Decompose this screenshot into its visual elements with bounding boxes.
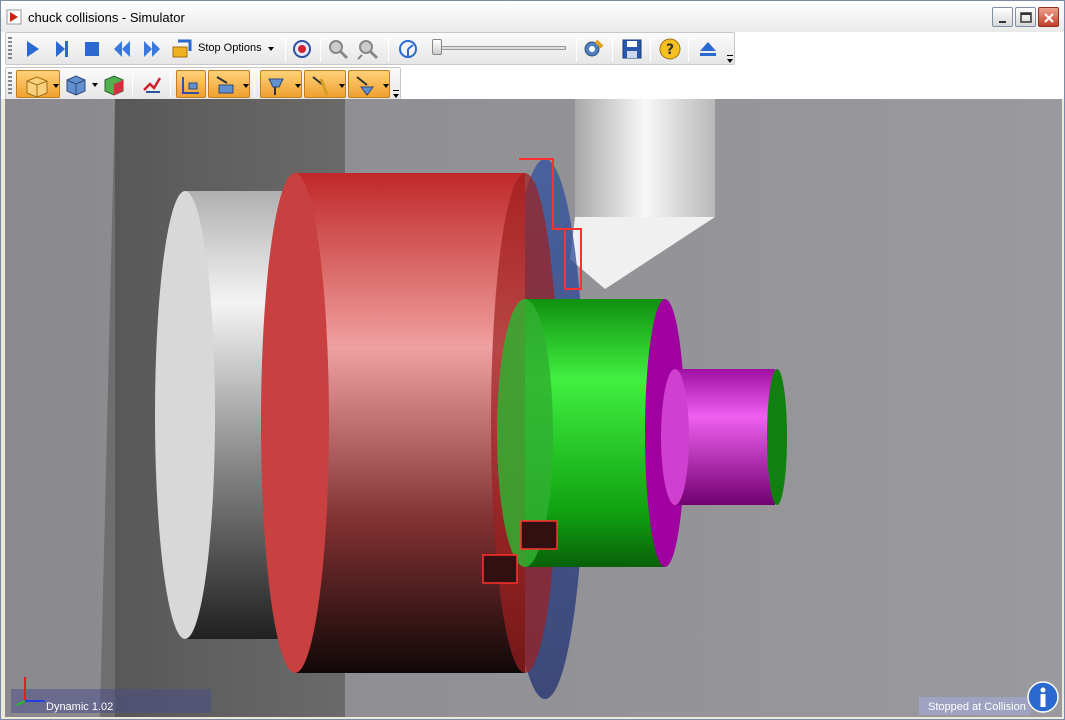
floppy-disk-icon xyxy=(622,39,642,59)
play-icon xyxy=(27,41,39,57)
settings-button[interactable] xyxy=(582,37,606,61)
minimize-icon xyxy=(999,21,1006,23)
zoom-fit-button[interactable] xyxy=(356,37,380,61)
status-mode-text: Dynamic 1.02 xyxy=(46,701,114,713)
rewind-icon xyxy=(114,41,130,57)
app-icon xyxy=(6,9,22,25)
eject-button[interactable] xyxy=(696,37,720,61)
eject-icon xyxy=(700,42,716,56)
close-icon xyxy=(1044,13,1054,23)
playback-toolbar: Stop Options ? xyxy=(5,32,735,65)
speed-slider-track[interactable] xyxy=(438,46,566,50)
toolbar-separator xyxy=(612,37,613,62)
simulation-viewport[interactable]: Dynamic 1.02 Stopped at Collision xyxy=(5,99,1062,717)
toolbar-separator xyxy=(170,72,171,97)
holder-icon xyxy=(356,76,374,96)
tool-display-dropdown[interactable] xyxy=(260,70,302,98)
simulator-window: chuck collisions - Simulator Stop Option… xyxy=(0,0,1065,720)
toolbar-grip[interactable] xyxy=(8,72,12,96)
close-button[interactable] xyxy=(1038,7,1059,27)
stop-options-icon xyxy=(172,39,192,58)
stock-box-icon xyxy=(26,76,48,97)
toolbar-separator xyxy=(688,37,689,62)
toolbar-separator xyxy=(576,37,577,62)
stop-icon xyxy=(85,42,99,56)
fast-forward-icon xyxy=(144,41,160,57)
zoom-fit-icon xyxy=(357,40,379,60)
chevron-down-icon xyxy=(53,84,59,88)
toolbar-separator xyxy=(254,72,255,97)
insert-icon xyxy=(312,76,329,96)
stop-options-dropdown[interactable]: Stop Options xyxy=(198,42,262,54)
chevron-down-icon xyxy=(243,84,249,88)
part-view-button[interactable] xyxy=(102,72,126,96)
view-toolbar xyxy=(5,67,401,100)
maximize-button[interactable] xyxy=(1015,7,1036,27)
toolbar-overflow-icon[interactable] xyxy=(726,53,734,65)
help-button[interactable]: ? xyxy=(658,37,682,61)
chevron-down-icon xyxy=(339,84,345,88)
stop-options-icon-button[interactable] xyxy=(170,37,194,61)
scene-render xyxy=(5,99,1062,717)
step-button[interactable] xyxy=(50,37,74,61)
help-icon: ? xyxy=(659,38,681,60)
toolbar-separator xyxy=(285,37,286,62)
play-button[interactable] xyxy=(20,37,44,61)
minimize-button[interactable] xyxy=(992,7,1013,27)
svg-text:?: ? xyxy=(666,42,674,58)
speed-slider-handle[interactable] xyxy=(432,39,442,55)
info-icon[interactable] xyxy=(1027,681,1059,713)
save-button[interactable] xyxy=(620,37,644,61)
gear-wrench-icon xyxy=(584,39,604,57)
toolbar-separator xyxy=(132,72,133,97)
part-box-icon xyxy=(104,75,124,96)
window-title: chuck collisions - Simulator xyxy=(28,10,185,25)
tool-icon xyxy=(268,78,284,95)
zoom-button[interactable] xyxy=(326,37,350,61)
toolpath-icon xyxy=(143,77,162,93)
toolbar-separator xyxy=(650,37,651,62)
speedometer-icon xyxy=(399,40,417,58)
chevron-down-icon xyxy=(383,84,389,88)
stop-button[interactable] xyxy=(80,37,104,61)
fixture-view-button[interactable] xyxy=(64,72,88,96)
chevron-down-icon xyxy=(295,84,301,88)
machine-view-button[interactable] xyxy=(176,70,206,98)
tool-holder-icon xyxy=(216,76,234,94)
insert-display-dropdown[interactable] xyxy=(304,70,346,98)
title-bar: chuck collisions - Simulator xyxy=(1,1,1064,34)
toolbar-separator xyxy=(320,37,321,62)
speed-button[interactable] xyxy=(396,37,420,61)
record-icon xyxy=(293,40,311,58)
rewind-button[interactable] xyxy=(110,37,134,61)
tool-holder-dropdown[interactable] xyxy=(208,70,250,98)
step-icon xyxy=(56,41,68,57)
toolpath-button[interactable] xyxy=(140,72,164,96)
holder-display-dropdown[interactable] xyxy=(348,70,390,98)
fast-forward-button[interactable] xyxy=(140,37,164,61)
fixture-box-icon xyxy=(66,75,86,96)
chevron-down-icon xyxy=(268,47,274,51)
toolbar-grip[interactable] xyxy=(8,37,12,61)
status-state-text: Stopped at Collision xyxy=(928,701,1026,713)
machine-icon xyxy=(182,77,199,94)
toolbar-separator xyxy=(388,37,389,62)
stock-view-dropdown[interactable] xyxy=(16,70,60,98)
chevron-down-icon xyxy=(92,83,98,87)
record-button[interactable] xyxy=(290,37,314,61)
maximize-icon xyxy=(1020,12,1032,23)
axis-triad-icon xyxy=(16,677,45,706)
magnifier-icon xyxy=(329,40,349,60)
